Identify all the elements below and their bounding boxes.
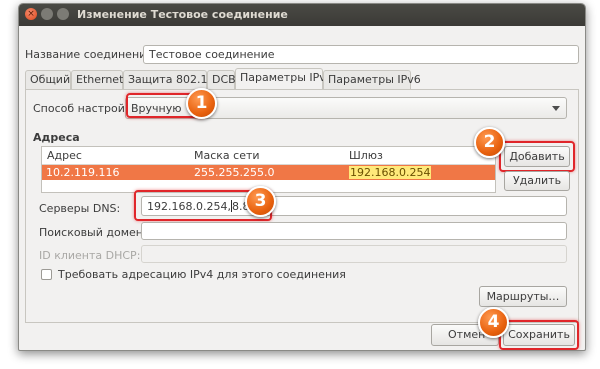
table-row[interactable]: 10.2.119.116 255.255.255.0 192.168.0.254	[42, 165, 495, 180]
column-header-netmask[interactable]: Маска сети	[194, 149, 260, 162]
search-domains-input[interactable]	[141, 222, 567, 240]
chevron-down-icon	[552, 106, 560, 111]
callout-badge-4: 4	[478, 307, 509, 338]
tab-general[interactable]: Общий	[25, 70, 71, 89]
tab-ethernet[interactable]: Ethernet	[71, 70, 123, 89]
require-ipv4-label[interactable]: Требовать адресацию IPv4 для этого соеди…	[58, 268, 346, 281]
routes-button[interactable]: Маршруты…	[479, 286, 567, 307]
tab-8021x-security[interactable]: Защита 802.1x	[123, 70, 214, 89]
maximize-window-icon[interactable]	[57, 8, 69, 20]
minimize-window-icon[interactable]	[41, 8, 53, 20]
column-header-gateway[interactable]: Шлюз	[349, 149, 383, 162]
dhcp-client-id-label: ID клиента DHCP:	[39, 249, 141, 262]
cell-address[interactable]: 10.2.119.116	[46, 166, 119, 179]
remove-address-button[interactable]: Удалить	[504, 171, 570, 191]
addresses-table-header: Адрес Маска сети Шлюз	[42, 147, 495, 165]
connection-editor-window: × Изменение Тестовое соединение Название…	[18, 3, 586, 351]
addresses-table[interactable]: Адрес Маска сети Шлюз 10.2.119.116 255.2…	[41, 146, 496, 193]
window-title: Изменение Тестовое соединение	[77, 8, 288, 21]
close-window-icon[interactable]: ×	[25, 8, 37, 20]
addresses-section-title: Адреса	[33, 131, 80, 144]
callout-badge-2: 2	[474, 127, 505, 158]
require-ipv4-checkbox[interactable]	[41, 269, 52, 280]
connection-name-label: Название соединения:	[25, 48, 157, 61]
tab-ipv6-settings[interactable]: Параметры IPv6	[323, 70, 421, 89]
tab-dcb[interactable]: DCB	[207, 70, 236, 89]
tab-ipv4-settings[interactable]: Параметры IPv4	[235, 68, 333, 89]
dns-servers-label: Серверы DNS:	[39, 202, 121, 215]
save-button-highlight	[499, 320, 579, 350]
add-button-highlight	[499, 141, 575, 172]
cell-gateway[interactable]: 192.168.0.254	[349, 166, 432, 179]
callout-badge-1: 1	[186, 88, 217, 119]
search-domains-label: Поисковый домен:	[39, 226, 147, 239]
callout-badge-3: 3	[245, 186, 276, 217]
column-header-address[interactable]: Адрес	[47, 149, 82, 162]
cell-netmask[interactable]: 255.255.255.0	[194, 166, 274, 179]
connection-name-input[interactable]: Тестовое соединение	[143, 45, 579, 64]
dhcp-client-id-input	[141, 245, 567, 263]
title-bar: × Изменение Тестовое соединение	[19, 4, 585, 26]
